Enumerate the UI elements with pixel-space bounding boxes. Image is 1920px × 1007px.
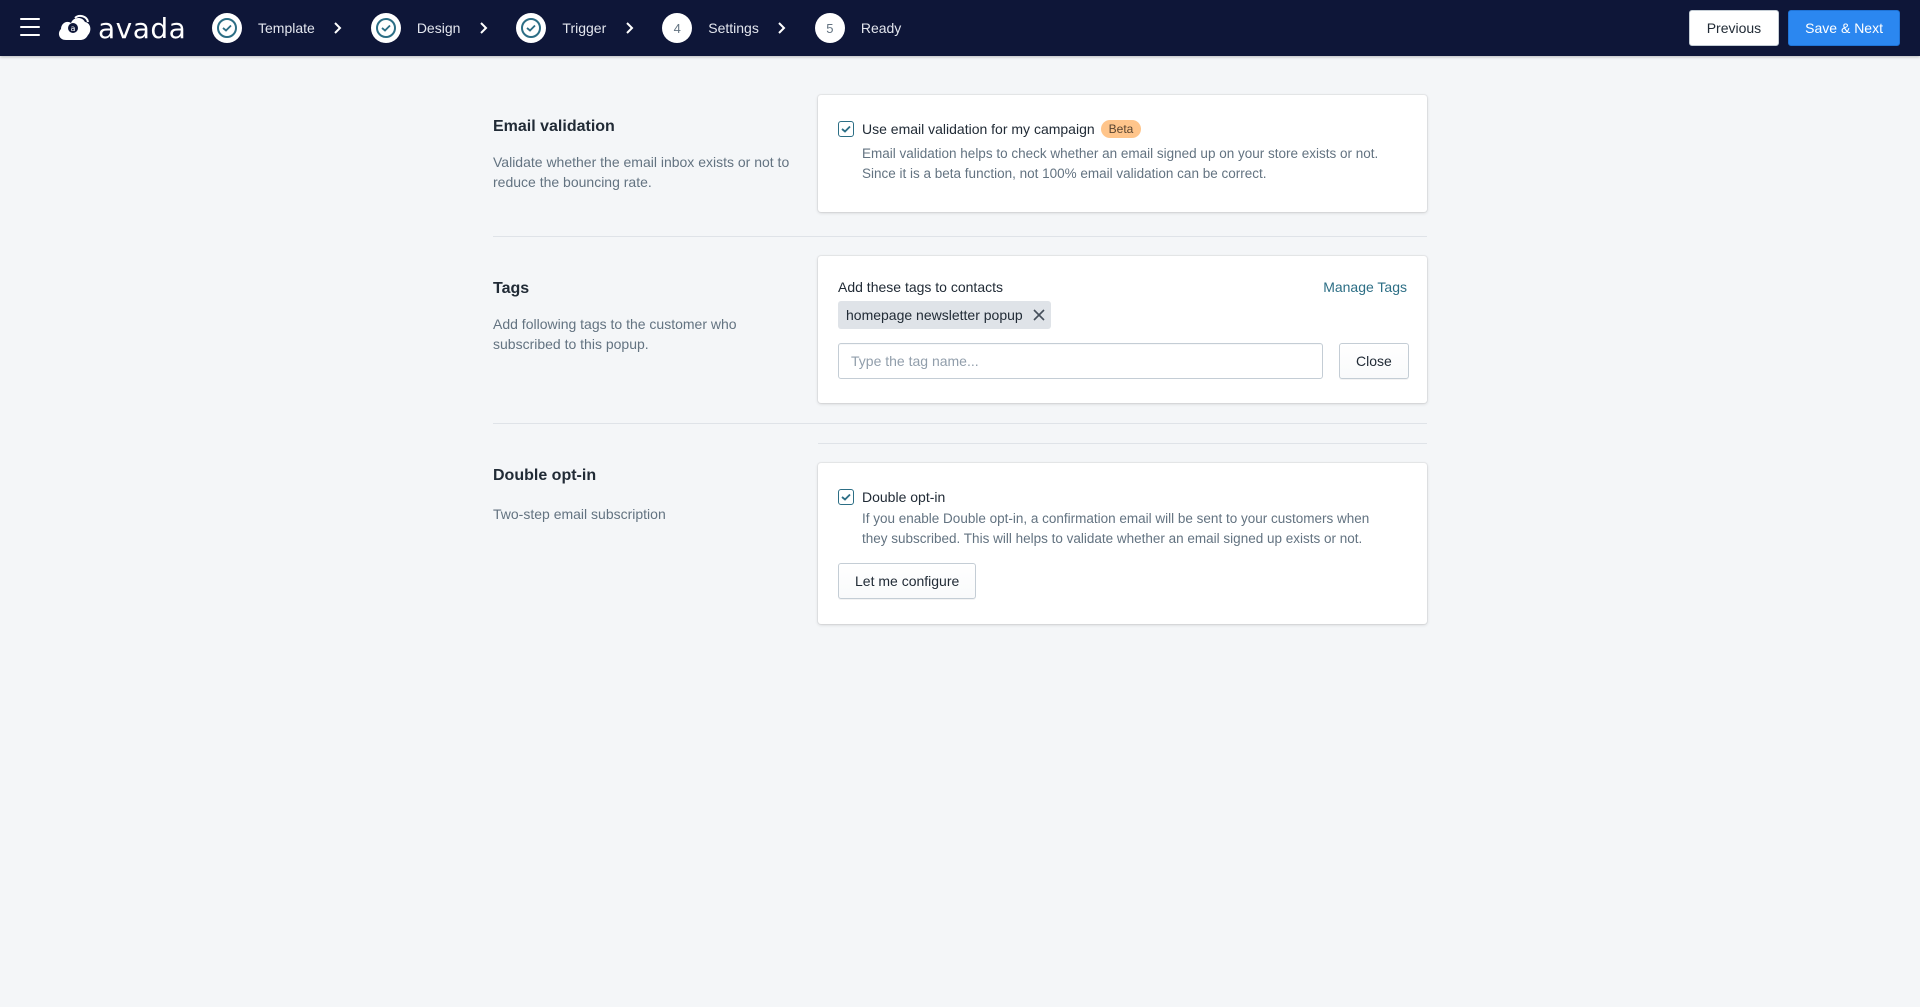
step-label: Ready: [860, 20, 902, 36]
double-opt-in-section: Double opt-in Two-step email subscriptio…: [493, 463, 1427, 625]
brand-logo[interactable]: a avada: [56, 8, 186, 48]
chevron-right-icon: [775, 21, 789, 35]
step-number-badge: 4: [662, 13, 693, 43]
close-button[interactable]: Close: [1339, 343, 1409, 379]
checkmark-icon: [841, 493, 851, 501]
section-title: Email validation: [493, 118, 615, 135]
section-description: Validate whether the email inbox exists …: [493, 154, 790, 190]
step-design[interactable]: Design: [370, 13, 517, 43]
step-complete-badge: [516, 13, 547, 43]
section-description: Add following tags to the customer who s…: [493, 316, 737, 352]
help-text-line: Since it is a beta function, not 100% em…: [862, 166, 1267, 181]
tags-card: Add these tags to contacts Manage Tags h…: [818, 256, 1427, 403]
brand-name: avada: [98, 11, 187, 45]
top-navigation-bar: a avada Template Design Trigger 4 Settin…: [0, 0, 1920, 56]
step-settings[interactable]: 4 Settings: [662, 13, 815, 43]
card-divider: [818, 443, 1427, 444]
checkmark-circle-icon: [375, 18, 396, 38]
wizard-actions: Previous Save & Next: [1688, 10, 1900, 46]
save-and-next-button[interactable]: Save & Next: [1788, 10, 1900, 46]
tags-field-label: Add these tags to contacts: [838, 279, 1003, 295]
previous-button[interactable]: Previous: [1688, 10, 1780, 46]
section-divider: [493, 423, 1427, 424]
checkbox-label[interactable]: Double opt-in: [862, 489, 945, 505]
step-template[interactable]: Template: [212, 13, 371, 43]
checkmark-circle-icon: [217, 18, 237, 38]
tag-chip: homepage newsletter popup: [838, 301, 1051, 329]
help-text-line: they subscribed. This will helps to vali…: [862, 531, 1363, 546]
checkmark-circle-icon: [521, 18, 542, 38]
help-text-line: Email validation helps to check whether …: [862, 146, 1379, 161]
chevron-right-icon: [476, 21, 490, 35]
help-text: Email validation helps to check whether …: [862, 144, 1407, 184]
double-opt-in-card: Double opt-in If you enable Double opt-i…: [818, 463, 1427, 624]
double-opt-in-checkbox[interactable]: [838, 489, 854, 505]
cloud-logo-icon: a: [58, 14, 91, 40]
step-complete-badge: [370, 13, 401, 43]
email-validation-section: Email validation Validate whether the em…: [493, 95, 1427, 215]
step-label: Settings: [708, 20, 759, 36]
step-complete-badge: [212, 13, 242, 43]
chevron-right-icon: [622, 21, 636, 35]
step-label: Template: [258, 20, 315, 36]
help-text: If you enable Double opt-in, a confirmat…: [862, 509, 1407, 549]
section-title: Double opt-in: [493, 467, 597, 484]
section-divider: [493, 236, 1427, 237]
step-number-badge: 5: [814, 13, 845, 43]
checkmark-icon: [841, 125, 851, 133]
chevron-right-icon: [331, 21, 345, 35]
section-intro: Tags Add following tags to the customer …: [493, 280, 793, 354]
svg-text:a: a: [71, 24, 76, 33]
let-me-configure-button[interactable]: Let me configure: [838, 563, 977, 599]
checkbox-label[interactable]: Use email validation for my campaign: [862, 121, 1095, 137]
tag-name-input[interactable]: [838, 343, 1323, 379]
step-label: Design: [416, 20, 461, 36]
section-intro: Double opt-in Two-step email subscriptio…: [493, 467, 793, 524]
email-validation-checkbox[interactable]: [838, 121, 854, 137]
step-ready[interactable]: 5 Ready: [814, 13, 902, 43]
step-trigger[interactable]: Trigger: [516, 13, 662, 43]
hamburger-menu-icon[interactable]: [20, 18, 40, 36]
beta-badge: Beta: [1100, 120, 1142, 138]
tag-chip-label: homepage newsletter popup: [846, 307, 1023, 323]
help-text-line: If you enable Double opt-in, a confirmat…: [862, 511, 1370, 526]
wizard-steps: Template Design Trigger 4 Settings 5 Rea…: [212, 0, 901, 56]
section-title: Tags: [493, 280, 530, 297]
remove-tag-icon[interactable]: [1033, 309, 1045, 321]
manage-tags-link[interactable]: Manage Tags: [1323, 279, 1407, 295]
section-intro: Email validation Validate whether the em…: [493, 118, 793, 192]
section-description: Two-step email subscription: [493, 506, 666, 522]
email-validation-card: Use email validation for my campaign Bet…: [818, 95, 1427, 212]
step-label: Trigger: [562, 20, 607, 36]
tags-section: Tags Add following tags to the customer …: [493, 256, 1427, 406]
